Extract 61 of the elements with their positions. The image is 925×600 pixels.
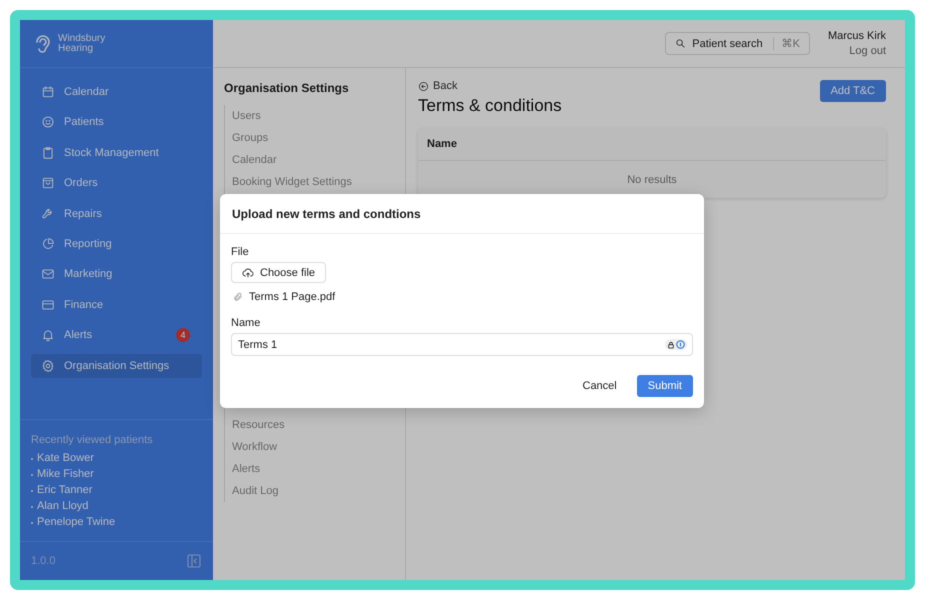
lock-icon	[667, 340, 675, 348]
settings-nav-link[interactable]: Users	[232, 105, 394, 127]
alert-count-badge: 4	[176, 328, 190, 342]
recent-patient-link[interactable]: Mike Fisher	[37, 468, 94, 481]
settings-nav-link[interactable]: Booking Widget Settings	[232, 171, 394, 193]
name-input-field[interactable]: Terms 1	[231, 333, 693, 356]
recent-patient-link[interactable]: Kate Bower	[37, 452, 94, 465]
settings-nav-link[interactable]: Resources	[232, 414, 394, 436]
choose-file-button[interactable]: Choose file	[231, 262, 326, 283]
sidebar-nav-item[interactable]: Organisation Settings	[31, 354, 202, 378]
calendar-icon	[41, 85, 55, 99]
credit-card-icon	[41, 298, 55, 312]
settings-nav-link[interactable]: Audit Log	[232, 480, 394, 502]
patient-search-button[interactable]: Patient search ⌘K	[665, 32, 810, 55]
version-label: 1.0.0	[31, 555, 56, 567]
brand-name: Windsbury Hearing	[58, 34, 106, 54]
recent-patients-title: Recently viewed patients	[31, 434, 154, 446]
sidebar-nav-item[interactable]: Repairs	[31, 202, 202, 226]
settings-nav-link[interactable]: Workflow	[232, 436, 394, 458]
table-column-header: Name	[418, 128, 886, 161]
settings-icon	[41, 358, 55, 373]
dialog-title: Upload new terms and condtions	[232, 206, 421, 220]
settings-nav-link[interactable]: Calendar	[232, 149, 394, 171]
page-title: Terms & conditions	[418, 96, 562, 116]
search-icon	[675, 38, 686, 49]
name-label: Name	[231, 317, 262, 329]
cancel-button[interactable]: Cancel	[576, 379, 623, 393]
keyboard-shortcut: ⌘K	[772, 37, 800, 50]
cloud-upload-icon	[242, 266, 254, 278]
sidebar-nav-item[interactable]: Alerts 4	[31, 323, 202, 348]
shopping-bag-icon	[41, 176, 55, 190]
bell-icon	[41, 328, 55, 342]
password-manager-button[interactable]	[665, 339, 687, 350]
sidebar-nav-item[interactable]: Reporting	[31, 232, 202, 256]
smiley-icon	[41, 115, 55, 130]
envelope-icon	[41, 267, 55, 282]
submit-button[interactable]: Submit	[636, 375, 693, 397]
clipboard-icon	[41, 146, 55, 160]
sidebar-nav-item[interactable]: Stock Management	[31, 140, 202, 165]
circle-arrow-left-icon	[418, 80, 429, 92]
recent-patient-link[interactable]: Penelope Twine	[37, 516, 116, 529]
settings-nav-link[interactable]: Groups	[232, 127, 394, 149]
sidebar-nav-item[interactable]: Patients	[31, 110, 202, 134]
attached-file-name: Terms 1 Page.pdf	[249, 291, 336, 303]
info-icon	[676, 340, 685, 349]
pie-chart-icon	[41, 236, 55, 251]
sidebar-nav-item[interactable]: Finance	[31, 292, 202, 317]
empty-table-message: No results	[626, 172, 678, 188]
paperclip-icon	[233, 292, 243, 302]
sidebar-nav-item[interactable]: Marketing	[31, 262, 202, 286]
user-name: Marcus Kirk	[828, 30, 886, 42]
settings-nav-title: Organisation Settings	[224, 81, 350, 95]
back-link[interactable]: Back	[418, 80, 458, 92]
add-tc-button[interactable]: Add T&C	[820, 80, 886, 102]
sidebar-nav-item[interactable]: Orders	[31, 171, 202, 196]
file-label: File	[231, 246, 250, 258]
sidebar-nav-item[interactable]: Calendar	[31, 80, 202, 104]
recent-patient-link[interactable]: Eric Tanner	[37, 484, 92, 497]
settings-nav-link[interactable]: Alerts	[232, 458, 394, 480]
logout-link[interactable]: Log out	[849, 45, 886, 57]
recent-patient-link[interactable]: Alan Lloyd	[37, 500, 88, 513]
